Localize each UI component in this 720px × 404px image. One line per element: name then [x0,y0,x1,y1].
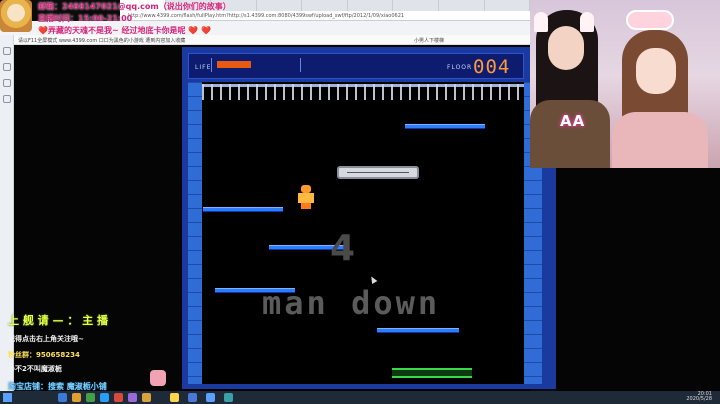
webcam-tag: AA [560,112,586,130]
taskbar-app-icon[interactable] [86,393,95,402]
browser-tab[interactable] [439,0,485,11]
sidebar-mail-icon[interactable] [3,63,11,71]
platform [377,328,459,333]
life-label: LIFE [195,64,212,71]
floor-label: FLOOR [447,64,473,71]
taskbar-clock[interactable]: 20:01 2020/5/28 [686,392,712,402]
taskbar-app-icon[interactable] [72,393,81,402]
player-head [301,185,311,193]
taskbar-app-icon[interactable] [170,393,179,402]
streamer-left-face [548,26,584,70]
game-hud: LIFE FLOOR 004 [188,53,524,79]
ceiling-spikes [202,84,524,100]
spring-platform [392,368,472,378]
page-subbar-text: 请以F11全屏模式 www.4399.com 口口为黑色的小游戏 遭到内容加入收… [18,38,186,44]
platform [203,207,283,212]
mascot-icon [150,370,166,386]
browser-tab[interactable] [302,0,348,11]
sidebar-star-icon[interactable] [3,79,11,87]
right-panel [556,168,720,391]
taskbar-app-icon[interactable] [206,393,215,402]
overlay-fan-group: 粉丝群：950658234 [8,351,80,359]
game-logo-text: man down [262,284,441,322]
browser-tab[interactable] [485,0,531,11]
streamer-left-body [530,100,610,168]
overlay-sponsor-line: 上 舰 请 — ： 主 播 [8,314,108,327]
floor-counter: 004 [473,56,511,78]
life-bar [217,61,251,68]
taskbar: 20:01 2020/5/28 [0,391,720,404]
taskbar-app-icon[interactable] [142,393,151,402]
sidebar-history-icon[interactable] [3,95,11,103]
conveyor-platform [337,166,419,179]
platform [405,124,485,129]
taskbar-app-icon[interactable] [114,393,123,402]
taskbar-app-icon[interactable] [100,393,109,402]
overlay-weibo: @不2不叫魔淑栀 [8,365,62,373]
overlay-stream-time: 直播时间：15:00-21:00 [38,14,133,23]
browser-tab[interactable] [393,0,439,11]
cat-ear-icon [580,12,594,32]
hair-bow [626,10,674,30]
countdown-number: 4 [330,228,356,269]
player-body [298,193,314,203]
streamer-right-face [636,48,676,94]
left-wall [188,82,202,384]
player-character [298,185,314,209]
page-subbar: 请以F11全屏模式 www.4399.com 口口为黑色的小游戏 遭到内容加入收… [14,35,530,45]
taskbar-app-icon[interactable] [188,393,197,402]
address-text: http://www.4399.com/flash/fullPlay.htm?h… [128,13,405,19]
taskbar-app-icon[interactable] [224,393,233,402]
clock-date: 2020/5/28 [686,396,712,402]
player-legs [301,203,311,209]
browser-tab[interactable] [257,0,303,11]
overlay-message: ❤️弄藏的天魂不是我~ 经过地底卡你是呢 ❤️ ❤️ [38,26,211,35]
game-title: 小男人下楼梯 [414,38,445,44]
sidebar-home-icon[interactable] [3,47,11,55]
screen: http://www.4399.com/flash/fullPlay.htm?h… [0,0,720,404]
cat-ear-icon [534,12,548,32]
taskbar-app-icon[interactable] [128,393,137,402]
browser-tab[interactable] [348,0,394,11]
taskbar-app-icon[interactable] [58,393,67,402]
webcam-feed: AA [530,0,720,168]
start-button-icon[interactable] [3,393,12,402]
overlay-email: 邮箱：2488147021@qq.com（说出你们的故事） [38,2,231,11]
address-bar[interactable]: http://www.4399.com/flash/fullPlay.htm?h… [120,11,530,21]
streamer-avatar [0,0,32,32]
overlay-follow-line: 记得点击右上角关注哦~ [8,335,84,343]
streamer-right-body [612,112,708,168]
